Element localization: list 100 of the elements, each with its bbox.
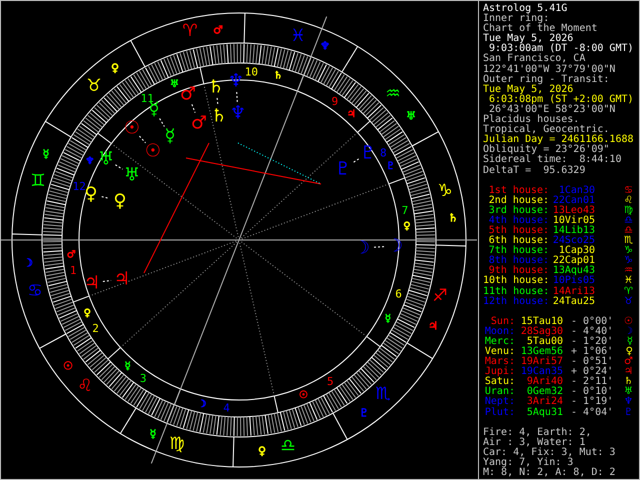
- ruler-glyph: ☿: [124, 361, 131, 372]
- house-number: 7: [402, 204, 408, 217]
- info-line: Julian Day = 2461166.1688: [483, 135, 634, 146]
- planet-speed: - 1°19': [571, 397, 614, 408]
- info-line: Obliquity = 23°26'09": [483, 145, 610, 156]
- house-label: 2nd house:: [488, 196, 549, 206]
- natal-planet-glyph: ♃: [114, 268, 130, 290]
- ruler-glyph: ☉: [299, 390, 308, 402]
- sign-glyph: ♈: [624, 286, 633, 297]
- planet-glyph: ♆: [624, 397, 633, 408]
- sign-glyph: ♑: [624, 256, 633, 266]
- planet-speed: - 0°00': [571, 316, 614, 327]
- transit-planet-glyph: ♃: [84, 272, 100, 294]
- info-line: Inner ring:: [483, 14, 550, 24]
- planet-speed: - 0°51': [571, 357, 614, 368]
- planet-glyph: ☿: [626, 336, 633, 347]
- planet-glyph: ♄: [624, 377, 633, 388]
- planet-name: Jupi:: [484, 367, 515, 378]
- zodiac-sign-glyph: ♑: [437, 181, 453, 201]
- info-line: 122°41'00"W 37°79'00"N: [483, 64, 616, 75]
- ruler-glyph: ♆: [320, 40, 330, 52]
- house-label: 1st house:: [488, 186, 549, 196]
- natal-planet-glyph: ☽: [354, 238, 370, 258]
- info-line: San Francisco, CA: [483, 54, 586, 64]
- zodiac-sign-glyph: ♒: [385, 84, 401, 104]
- planet-position: 13Gem56: [520, 347, 563, 357]
- zodiac-sign-glyph: ♓: [290, 26, 306, 46]
- info-line: Tue May 5, 2026: [483, 34, 574, 44]
- natal-planet-glyph: ☿: [164, 126, 176, 146]
- planet-position: 15Tau10: [520, 316, 563, 327]
- house-label: 9th house:: [488, 266, 549, 276]
- sign-glyph: ♋: [624, 186, 633, 196]
- ruler-glyph: ♇: [386, 161, 396, 172]
- house-cusp: 24Tau25: [552, 296, 595, 307]
- ruler-glyph: ☉: [63, 360, 73, 372]
- info-line: 26°43'00"E 58°23'00"N: [489, 104, 616, 115]
- house-number: 2: [92, 322, 99, 335]
- element-count: Car: 4, Fix: 3, Mut: 3: [483, 448, 616, 458]
- zodiac-sign-glyph: ♉: [86, 76, 102, 96]
- planet-speed: - 4°04': [571, 408, 614, 418]
- house-cusp: 24Sco25: [552, 236, 595, 246]
- natal-planet-glyph: ☉: [144, 140, 162, 162]
- house-cusp: 10Vir05: [552, 216, 595, 226]
- house-label: 4th house:: [488, 216, 549, 226]
- planet-position: 9Ari40: [526, 377, 563, 388]
- planet-name: Mars:: [484, 357, 515, 368]
- natal-planet-glyph: ♆: [230, 102, 246, 124]
- ruler-glyph: ♃: [346, 108, 356, 120]
- transit-planet-glyph: ♂: [180, 84, 196, 104]
- planet-speed: - 0°10': [571, 387, 614, 398]
- planet-glyph: ♃: [624, 367, 633, 378]
- ruler-glyph: ♅: [170, 78, 179, 90]
- house-number: 12: [72, 180, 86, 193]
- planet-name: Merc:: [484, 336, 515, 347]
- house-label: 7th house:: [488, 246, 549, 256]
- info-line: 6:03:08pm (ST +2:00 GMT): [488, 94, 634, 105]
- transit-planet-glyph: ♇: [360, 142, 376, 164]
- house-cusp: 13Aqu43: [552, 266, 595, 276]
- house-cusp: 1Cap30: [558, 246, 595, 256]
- ruler-glyph: ♅: [406, 110, 416, 122]
- house-cusp: 22Can01: [552, 196, 595, 206]
- house-cusp: 14Ari13: [552, 286, 595, 297]
- zodiac-sign-glyph: ♎: [280, 436, 296, 456]
- house-number: 9: [332, 94, 338, 108]
- info-line: DeltaT = 95.6329: [483, 166, 586, 176]
- house-label: 11th house:: [483, 286, 549, 297]
- planet-name: Satu:: [484, 377, 515, 388]
- house-cusp: 1Can30: [558, 186, 595, 196]
- element-count: M: 8, N: 2, A: 8, D: 2: [483, 468, 616, 478]
- sign-glyph: ♏: [624, 236, 633, 246]
- ruler-glyph: ♀: [84, 308, 91, 319]
- ruler-glyph: ♀: [403, 221, 411, 232]
- transit-planet-glyph: ♅: [98, 148, 114, 170]
- element-count: Yang: 7, Yin: 3: [483, 458, 574, 468]
- natal-planet-glyph: ♇: [334, 158, 352, 180]
- sign-glyph: ♎: [624, 226, 633, 236]
- planet-position: 28Sag30: [520, 326, 563, 337]
- planet-glyph: ☉: [624, 316, 633, 327]
- zodiac-sign-glyph: ♐: [432, 286, 448, 306]
- planet-speed: - 2°11': [571, 377, 614, 388]
- house-number: 5: [326, 375, 334, 388]
- ruler-glyph: ♂: [66, 250, 76, 261]
- sign-glyph: ♎: [624, 216, 633, 226]
- info-line: 9:03:00am (DT -8:00 GMT): [489, 44, 634, 54]
- planet-name: Venu:: [484, 347, 515, 357]
- planet-speed: + 0°24': [571, 367, 614, 378]
- info-line: Placidus houses.: [483, 115, 580, 126]
- ruler-glyph: ♄: [448, 212, 458, 224]
- planet-name: Plut:: [484, 408, 515, 418]
- natal-planet-glyph: ♂: [190, 112, 208, 134]
- planet-glyph: ♀: [626, 347, 633, 357]
- transit-planet-glyph: ♀: [84, 184, 98, 204]
- info-line: Tropical, Geocentric.: [483, 125, 610, 136]
- info-line: Chart of the Moment: [483, 24, 598, 34]
- planet-name: Sun:: [490, 316, 515, 327]
- planet-speed: - 1°20': [571, 336, 614, 347]
- ruler-glyph: ♇: [359, 406, 369, 420]
- house-number: 10: [244, 65, 258, 78]
- sign-glyph: ♒: [624, 266, 633, 276]
- zodiac-sign-glyph: ♊: [30, 171, 46, 191]
